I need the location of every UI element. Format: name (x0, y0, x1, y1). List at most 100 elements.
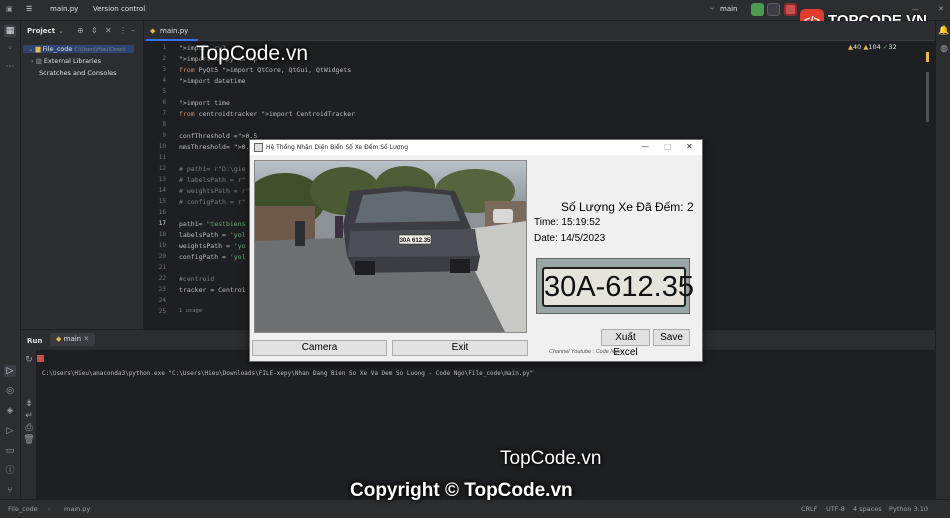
problems-icon[interactable]: ⓘ (4, 465, 16, 477)
python-interpreter[interactable]: Python 3.10 (889, 505, 928, 513)
exit-button[interactable]: Exit (392, 340, 528, 356)
git-icon[interactable]: ⑂ (4, 485, 16, 497)
line-number: 5 (162, 88, 166, 95)
plate-crop-text: 30A-612.35 (542, 267, 694, 307)
camera-button[interactable]: Camera (252, 340, 387, 356)
python-packages-icon[interactable]: ◎ (4, 385, 16, 397)
code-line: configPath = 'yol (179, 253, 246, 261)
tree-item-scratches[interactable]: Scratches and Consoles (39, 69, 117, 77)
date-label: Date: 14/5/2023 (534, 233, 606, 244)
app-icon[interactable]: ▣ (6, 5, 13, 13)
line-number: 25 (158, 308, 166, 315)
run-toolbar: ↻ ⇟ ↵ ⎙ 🗑 (21, 350, 44, 499)
tab-label: main.py (160, 27, 189, 35)
time-label: Time: 15:19:52 (534, 217, 601, 228)
rerun-icon[interactable]: ↻ (23, 354, 35, 366)
stop-run-icon[interactable] (37, 355, 44, 362)
clear-output-icon[interactable]: 🗑 (23, 434, 35, 446)
vcs-selector[interactable]: Version control (93, 5, 145, 13)
inspections-widget[interactable]: ▲40 ▲104 ✓32 (848, 43, 897, 51)
watermark-top: TopCode.vn (196, 42, 309, 65)
file-encoding[interactable]: UTF-8 (826, 505, 845, 513)
locate-icon[interactable]: ⊕ (77, 26, 84, 35)
line-number: 6 (162, 99, 166, 106)
line-number: 16 (158, 209, 166, 216)
code-line: from PyQt5 ">import QtCore, QtGui, QtWid… (179, 66, 352, 74)
tree-item-path: C:\Users\Hieu\Downl (74, 47, 126, 53)
options-icon[interactable]: ⋮ (119, 26, 127, 35)
export-excel-button[interactable]: Xuất Excel (601, 329, 650, 358)
notifications-icon[interactable]: 🔔 (938, 25, 950, 37)
line-number: 18 (158, 231, 166, 238)
print-icon[interactable]: ⎙ (23, 422, 35, 434)
run-tab-label: main (63, 335, 82, 343)
left-tool-strip: ▦ ◦ ⋯ ▷ ◎ ◈ ▷ ▭ ⓘ ⑂ (0, 21, 21, 499)
plate-crop-image: 30A-612.35 (536, 258, 694, 314)
close-icon[interactable]: ✕ (938, 5, 944, 13)
tab-main-py[interactable]: ◆ main.py (146, 22, 198, 41)
soft-wrap-icon[interactable]: ↵ (23, 410, 35, 422)
debug-button[interactable] (767, 3, 780, 16)
street-scene-image: 30A 612.35 (255, 161, 526, 332)
python-file-icon: ◆ (150, 27, 156, 35)
weak-warning-count: 104 (868, 43, 881, 51)
scroll-to-end-icon[interactable]: ⇟ (23, 398, 35, 410)
project-tool-icon[interactable]: ▦ (4, 25, 16, 37)
code-line: tracker = Centroi (179, 286, 246, 294)
minimize-panel-icon[interactable]: – (131, 26, 135, 35)
project-selector[interactable]: main.py (50, 5, 78, 13)
code-line: # weightsPath = r" (179, 187, 250, 195)
editor-tab-bar (144, 21, 935, 41)
minimize-icon[interactable]: — (912, 5, 919, 13)
collapse-icon[interactable]: ⇕ (91, 26, 98, 35)
run-button[interactable] (751, 3, 764, 16)
run-config-selector[interactable]: main (720, 5, 738, 13)
indent-setting[interactable]: 4 spaces (853, 505, 882, 513)
run-tool-icon[interactable]: ▷ (4, 365, 16, 377)
terminal-icon[interactable]: ▭ (4, 445, 16, 457)
status-file[interactable]: main.py (64, 505, 90, 513)
watermark-mid: TopCode.vn (500, 448, 602, 469)
code-line: # configPath = r" (179, 198, 246, 206)
status-project[interactable]: File_code (8, 505, 38, 513)
chevron-down-icon[interactable]: ⌄ (58, 27, 64, 35)
save-button[interactable]: Save (653, 329, 690, 346)
console-command: C:\Users\Hieu\anaconda3\python.exe "C:\U… (42, 370, 534, 377)
line-number: 12 (158, 165, 166, 172)
dialog-title: Hệ Thống Nhận Diện Biển Số Xe Đếm Số Lượ… (266, 144, 409, 151)
close-panel-icon[interactable]: ✕ (105, 26, 112, 35)
editor-scrollbar[interactable] (926, 72, 929, 122)
tree-item-label: External Libraries (43, 57, 102, 65)
code-line: path1= "testbiens (179, 220, 246, 228)
project-panel: Project ⌄ ⊕ ⇕ ✕ ⋮ – ⌄ ▆ File_code C:\Use… (21, 21, 143, 329)
line-number: 4 (162, 77, 166, 84)
dialog-close-icon[interactable]: ✕ (686, 142, 693, 151)
window-app-icon (254, 143, 263, 152)
main-menu-icon[interactable]: ☰ (26, 5, 32, 13)
line-number: 23 (158, 286, 166, 293)
layers-icon[interactable]: ◈ (4, 405, 16, 417)
stop-button[interactable] (784, 3, 797, 16)
code-line: #centroid (179, 275, 215, 283)
right-tool-strip: 🔔 ◍ (935, 21, 950, 499)
warning-count: 40 (853, 43, 862, 51)
more-tools-icon[interactable]: ⋯ (4, 61, 16, 73)
dialog-maximize-icon[interactable]: □ (664, 142, 672, 151)
line-separator[interactable]: CRLF (801, 505, 817, 513)
line-number: 20 (158, 253, 166, 260)
tree-item-external-libraries[interactable]: › ▥ External Libraries (31, 57, 101, 65)
dialog-minimize-icon[interactable]: — (641, 142, 649, 151)
line-number: 13 (158, 176, 166, 183)
line-number: 22 (158, 275, 166, 282)
line-number: 24 (158, 297, 166, 304)
tree-item-file-code[interactable]: ⌄ ▆ File_code C:\Users\Hieu\Downl (23, 45, 134, 53)
tree-item-label: File_code (42, 45, 73, 53)
commit-tool-icon[interactable]: ◦ (4, 43, 16, 55)
database-icon[interactable]: ◍ (938, 43, 950, 55)
project-panel-title[interactable]: Project (27, 27, 55, 35)
code-line: weightsPath = 'yo (179, 242, 246, 250)
code-line: ">import time (179, 99, 230, 107)
run-tab-main[interactable]: ◆ main ✕ (50, 333, 96, 346)
services-icon[interactable]: ▷ (4, 425, 16, 437)
branch-icon: ⑂ (710, 5, 715, 13)
